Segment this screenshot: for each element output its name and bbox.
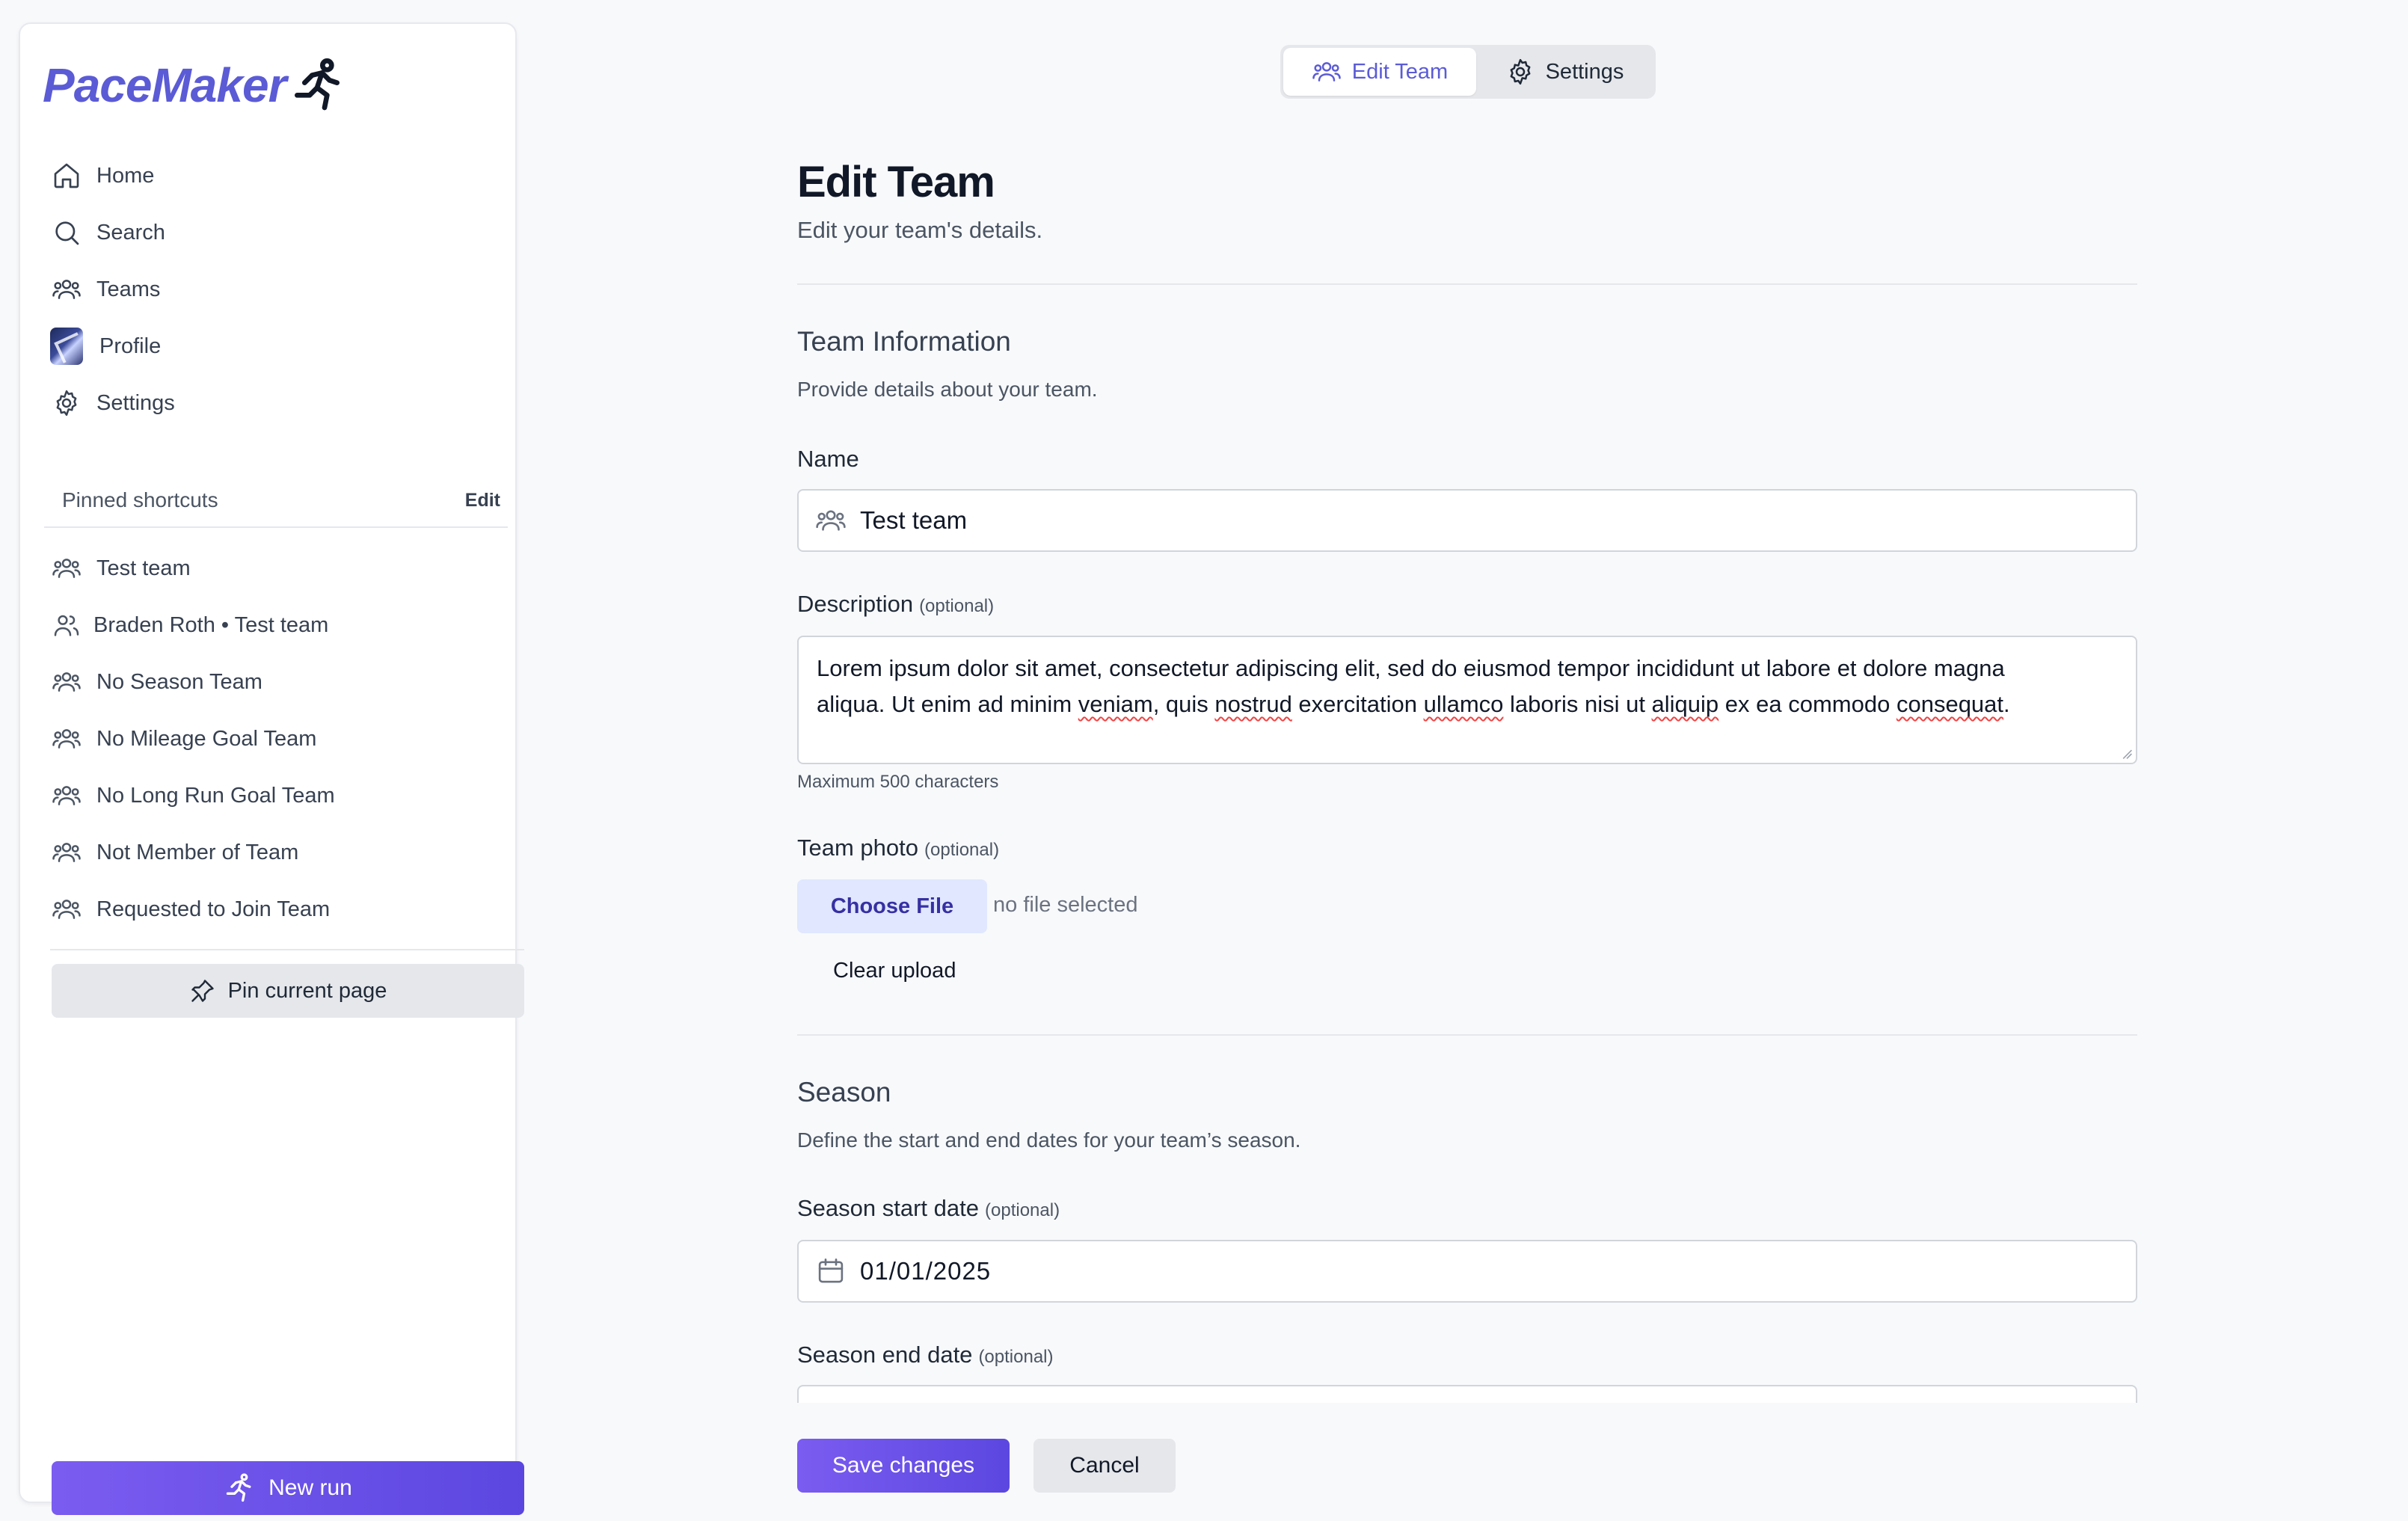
page-subtitle: Edit your team's details. bbox=[797, 217, 1043, 243]
divider bbox=[50, 949, 524, 950]
save-changes-button[interactable]: Save changes bbox=[797, 1439, 1010, 1493]
nav-item-profile[interactable]: Profile bbox=[50, 318, 499, 375]
page-tabs: Edit Team Settings bbox=[1280, 45, 1656, 99]
team-photo-label-text: Team photo bbox=[797, 835, 918, 861]
description-textarea[interactable]: Lorem ipsum dolor sit amet, consectetur … bbox=[797, 636, 2137, 764]
description-line: Lorem ipsum dolor sit amet, consectetur … bbox=[817, 655, 2005, 681]
team-photo-label: Team photo (optional) bbox=[797, 835, 999, 861]
optional-tag: (optional) bbox=[978, 1347, 1054, 1367]
season-start-date-field[interactable]: 01/01/2025 bbox=[797, 1240, 2137, 1303]
season-start-label-text: Season start date bbox=[797, 1195, 979, 1221]
users-icon bbox=[50, 666, 83, 698]
pinned-list: Test team Braden Roth • Test team No Sea… bbox=[50, 540, 499, 938]
cancel-button[interactable]: Cancel bbox=[1033, 1439, 1176, 1493]
nav-item-settings[interactable]: Settings bbox=[50, 375, 499, 431]
home-icon bbox=[50, 159, 83, 192]
nav-item-home[interactable]: Home bbox=[50, 147, 499, 204]
choose-file-button[interactable]: Choose File bbox=[797, 879, 987, 933]
search-icon bbox=[50, 216, 83, 249]
pinned-label: No Long Run Goal Team bbox=[96, 783, 335, 808]
pinned-item[interactable]: No Season Team bbox=[50, 654, 499, 710]
pinned-item[interactable]: Not Member of Team bbox=[50, 824, 499, 881]
season-end-date-field[interactable] bbox=[797, 1385, 2137, 1403]
pinned-item[interactable]: Test team bbox=[50, 540, 499, 597]
name-value: Test team bbox=[860, 506, 968, 534]
new-run-label: New run bbox=[268, 1475, 352, 1500]
pinned-label: No Mileage Goal Team bbox=[96, 726, 317, 751]
users-icon bbox=[50, 722, 83, 755]
pin-current-label: Pin current page bbox=[227, 978, 387, 1003]
divider bbox=[797, 1034, 2137, 1036]
logo[interactable]: PaceMaker bbox=[43, 48, 347, 123]
section-title-season: Season bbox=[797, 1077, 891, 1107]
tab-edit-team[interactable]: Edit Team bbox=[1283, 48, 1476, 96]
description-label: Description (optional) bbox=[797, 591, 994, 618]
pinned-edit-button[interactable]: Edit bbox=[465, 490, 500, 511]
calendar-icon bbox=[818, 1258, 844, 1283]
season-end-date-input[interactable] bbox=[797, 1385, 2137, 1403]
section-desc-team-info: Provide details about your team. bbox=[797, 378, 1098, 401]
pinned-label: Test team bbox=[96, 556, 191, 580]
section-title-team-info: Team Information bbox=[797, 326, 1011, 357]
users-icon bbox=[50, 779, 83, 812]
users-icon bbox=[50, 273, 83, 306]
main-nav: Home Search Teams Profile Settings bbox=[50, 147, 499, 431]
nav-label: Teams bbox=[96, 277, 161, 301]
runner-icon bbox=[226, 1473, 251, 1502]
pin-icon bbox=[191, 980, 214, 1002]
logo-text: PaceMaker bbox=[43, 58, 286, 112]
divider bbox=[797, 283, 2137, 285]
pinned-header: Pinned shortcuts Edit bbox=[44, 480, 508, 528]
optional-tag: (optional) bbox=[985, 1200, 1060, 1220]
season-end-label-text: Season end date bbox=[797, 1342, 973, 1368]
optional-tag: (optional) bbox=[919, 596, 995, 616]
users-icon bbox=[50, 836, 83, 869]
pinned-title: Pinned shortcuts bbox=[62, 488, 218, 511]
nav-label: Search bbox=[96, 220, 165, 245]
season-end-label: Season end date (optional) bbox=[797, 1342, 1054, 1368]
new-run-button[interactable]: New run bbox=[52, 1461, 524, 1515]
avatar bbox=[50, 328, 83, 365]
profile-avatar bbox=[50, 328, 83, 365]
user-pair-icon bbox=[50, 609, 83, 642]
season-start-label: Season start date (optional) bbox=[797, 1195, 1060, 1222]
tab-label: Settings bbox=[1545, 59, 1624, 84]
tab-settings[interactable]: Settings bbox=[1476, 48, 1653, 96]
pinned-label: Not Member of Team bbox=[96, 840, 299, 864]
tab-label: Edit Team bbox=[1351, 59, 1449, 84]
pinned-item[interactable]: No Long Run Goal Team bbox=[50, 767, 499, 824]
users-icon bbox=[50, 552, 83, 585]
nav-item-search[interactable]: Search bbox=[50, 204, 499, 261]
pinned-label: Braden Roth • Test team bbox=[93, 612, 329, 637]
nav-label: Settings bbox=[96, 390, 175, 415]
clear-upload-button[interactable]: Clear upload bbox=[833, 959, 956, 983]
pinned-label: Requested to Join Team bbox=[96, 897, 331, 921]
users-icon bbox=[50, 893, 83, 926]
section-desc-season: Define the start and end dates for your … bbox=[797, 1128, 1301, 1152]
nav-label: Home bbox=[96, 163, 155, 188]
nav-item-teams[interactable]: Teams bbox=[50, 261, 499, 318]
pinned-label: No Season Team bbox=[96, 669, 262, 694]
name-field[interactable]: Test team bbox=[797, 489, 2137, 552]
gear-icon bbox=[1510, 58, 1531, 85]
users-icon bbox=[1312, 62, 1341, 82]
page-title: Edit Team bbox=[797, 158, 995, 206]
users-icon bbox=[816, 510, 846, 531]
pinned-item[interactable]: Requested to Join Team bbox=[50, 881, 499, 938]
description-hint: Maximum 500 characters bbox=[797, 772, 999, 792]
name-label: Name bbox=[797, 446, 859, 472]
description-label-text: Description bbox=[797, 591, 914, 617]
description-line: aliqua. Ut enim ad minim veniam, quis no… bbox=[817, 691, 2010, 717]
resize-handle[interactable] bbox=[2121, 748, 2133, 760]
gear-icon bbox=[50, 387, 83, 420]
season-start-value: 01/01/2025 bbox=[860, 1257, 992, 1285]
optional-tag: (optional) bbox=[924, 840, 1000, 860]
nav-label: Profile bbox=[99, 334, 162, 358]
sidebar: PaceMaker Home Search Teams Profile Sett… bbox=[19, 22, 524, 1515]
pinned-item[interactable]: No Mileage Goal Team bbox=[50, 710, 499, 767]
pinned-item[interactable]: Braden Roth • Test team bbox=[50, 597, 499, 654]
pin-current-page-button[interactable]: Pin current page bbox=[52, 964, 524, 1018]
file-status: no file selected bbox=[993, 893, 1138, 917]
runner-icon bbox=[295, 58, 340, 111]
